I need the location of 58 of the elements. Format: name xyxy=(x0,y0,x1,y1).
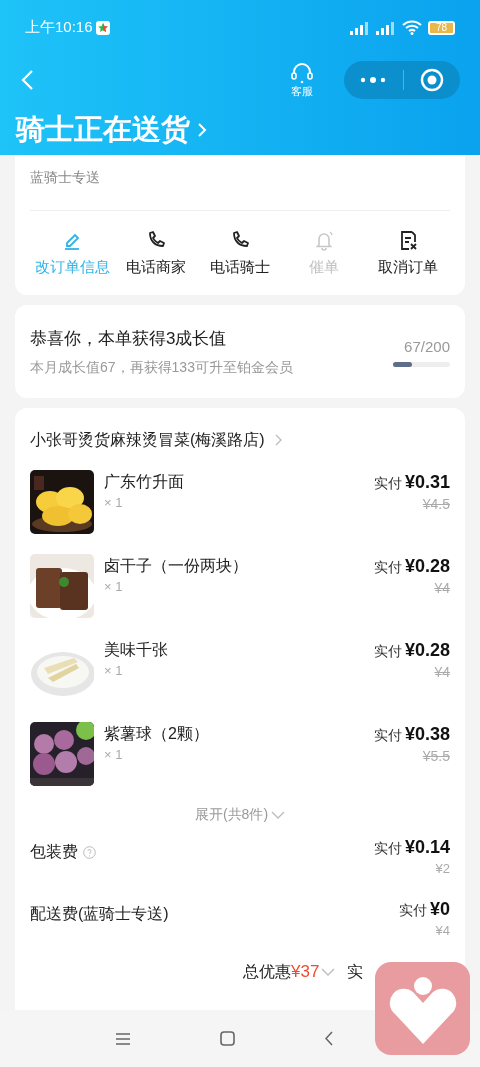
item-quantity: × 1 xyxy=(104,746,124,764)
close-mini-program-icon[interactable] xyxy=(420,68,444,92)
delivery-type: 蓝骑士专送 xyxy=(30,168,101,187)
order-action-button[interactable]: 电话骑士 xyxy=(198,229,282,277)
fee-price: ¥0 xyxy=(429,898,450,921)
discount-toggle[interactable]: 总优惠¥37 xyxy=(243,959,336,985)
app-notification-icon xyxy=(95,20,110,35)
fee-price: ¥0.14 xyxy=(404,836,450,859)
original-price: ¥4 xyxy=(435,922,450,940)
total-label: 实 xyxy=(347,961,364,982)
heart-app-icon[interactable] xyxy=(375,962,470,1055)
item-price: ¥0.38 xyxy=(404,723,450,746)
growth-subtitle: 本月成长值67，再获得133可升至铂金会员 xyxy=(30,357,294,376)
item-name: 美味千张 xyxy=(104,640,169,660)
discount-amount: ¥37 xyxy=(291,961,320,983)
more-icon[interactable] xyxy=(360,76,386,84)
original-price: ¥4.5 xyxy=(422,495,450,514)
item-name: 广东竹升面 xyxy=(104,472,185,492)
bell-icon xyxy=(313,229,335,251)
paid-label: 实付 xyxy=(373,642,402,661)
item-price: ¥0.28 xyxy=(404,639,450,662)
chevron-down-icon xyxy=(321,967,336,976)
page-title: 骑士正在送货 xyxy=(16,112,190,148)
item-price: ¥0.31 xyxy=(404,471,450,494)
original-price: ¥5.5 xyxy=(422,747,450,766)
signal-icon xyxy=(348,20,370,35)
chevron-right-icon[interactable] xyxy=(274,434,282,446)
item-name: 卤干子（一份两块） xyxy=(104,556,249,576)
signal-icon xyxy=(374,20,396,35)
chevron-down-icon xyxy=(271,810,286,819)
paid-label: 实付 xyxy=(373,474,402,493)
menu-icon[interactable] xyxy=(116,1032,130,1045)
battery-indicator: 78 xyxy=(428,20,455,35)
status-time: 上午10:16 xyxy=(25,17,93,38)
paid-label: 实付 xyxy=(373,726,402,745)
paid-label: 实付 xyxy=(398,901,427,920)
paid-label: 实付 xyxy=(373,839,402,858)
fee-name: 配送费(蓝骑士专送) xyxy=(30,904,169,924)
discount-label: 总优惠 xyxy=(243,961,291,982)
item-quantity: × 1 xyxy=(104,662,124,680)
item-name: 紫薯球（2颗） xyxy=(104,724,210,744)
original-price: ¥2 xyxy=(435,860,450,878)
wifi-icon xyxy=(402,20,422,35)
item-quantity: × 1 xyxy=(104,578,124,596)
home-icon[interactable] xyxy=(220,1031,235,1046)
order-action-button[interactable]: 电话商家 xyxy=(114,229,198,277)
item-quantity: × 1 xyxy=(104,494,124,512)
help-icon[interactable] xyxy=(83,845,96,859)
back-icon[interactable] xyxy=(325,1031,334,1046)
growth-title: 恭喜你，本单获得3成长值 xyxy=(30,327,228,350)
paid-label: 实付 xyxy=(373,558,402,577)
original-price: ¥4 xyxy=(434,579,450,598)
growth-progress-text: 67/200 xyxy=(404,336,450,357)
order-action-button[interactable]: 取消订单 xyxy=(366,229,450,277)
original-price: ¥4 xyxy=(434,663,450,682)
fee-name: 包装费 xyxy=(30,842,78,862)
shop-name[interactable]: 小张哥烫货麻辣烫冒菜(梅溪路店) xyxy=(30,428,265,452)
item-price: ¥0.28 xyxy=(404,555,450,578)
